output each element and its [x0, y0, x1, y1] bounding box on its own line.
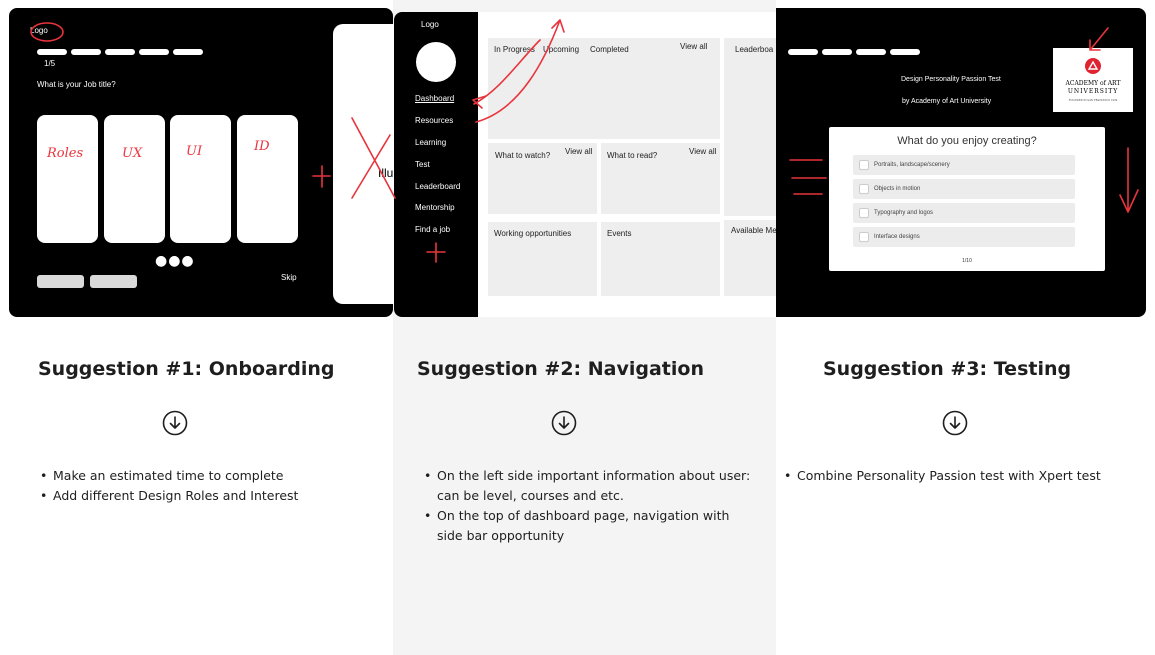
progress-dash	[139, 49, 169, 55]
progress-dash	[890, 49, 920, 55]
logo-text: FOUNDED IN SAN FRANCISCO 1929	[1068, 99, 1118, 102]
test-question: What do you enjoy creating?	[897, 135, 1037, 147]
role-card[interactable]	[37, 115, 98, 243]
sidebar-item-mentorship[interactable]: Mentorship	[415, 203, 455, 212]
test-title: Design Personality Passion Test	[901, 76, 1001, 83]
onboarding-logo: Logo	[30, 26, 48, 35]
opportunities-title: Working opportunities	[494, 229, 572, 238]
sidebar-item-dashboard[interactable]: Dashboard	[415, 94, 454, 103]
progress-dash	[788, 49, 818, 55]
academy-logo-mark	[1085, 58, 1101, 74]
pagination-dots: ●●●	[155, 253, 195, 269]
progress-dash	[37, 49, 67, 55]
mentors-title: Available Me	[731, 226, 777, 235]
suggestion-list: On the left side important information a…	[424, 466, 754, 546]
suggestion-heading: Suggestion #3: Testing	[823, 358, 1072, 380]
checkbox-icon[interactable]	[859, 232, 869, 242]
back-button[interactable]	[37, 275, 84, 288]
logo-text: ACADEMY of ART	[1065, 80, 1121, 87]
leaderboard-panel	[724, 38, 776, 216]
progress-dash	[71, 49, 101, 55]
arrow-down-circle-icon	[942, 410, 968, 436]
tab-upcoming[interactable]: Upcoming	[543, 45, 579, 54]
option-label: Interface designs	[874, 234, 920, 240]
list-item: Combine Personality Passion test with Xp…	[784, 466, 1114, 486]
suggestion-heading: Suggestion #1: Onboarding	[38, 358, 335, 380]
tab-completed[interactable]: Completed	[590, 45, 629, 54]
read-title: What to read?	[607, 151, 658, 160]
arrow-down-circle-icon	[551, 410, 577, 436]
view-all-link[interactable]: View all	[680, 42, 707, 51]
leaderboard-title: Leaderboa	[735, 45, 774, 54]
view-all-link[interactable]: View all	[565, 147, 592, 156]
avatar	[416, 42, 456, 82]
onboarding-step: 1/5	[44, 59, 56, 68]
view-all-link[interactable]: View all	[689, 147, 716, 156]
sidebar-item-learning[interactable]: Learning	[415, 138, 446, 147]
suggestion-heading: Suggestion #2: Navigation	[417, 358, 704, 380]
sidebar-item-find-a-job[interactable]: Find a job	[415, 225, 450, 234]
progress-dash	[173, 49, 203, 55]
suggestion-list: Make an estimated time to complete Add d…	[40, 466, 370, 506]
sidebar-logo: Logo	[421, 20, 439, 29]
progress-dash	[856, 49, 886, 55]
list-item: On the top of dashboard page, navigation…	[424, 506, 754, 546]
arrow-down-circle-icon	[162, 410, 188, 436]
role-card[interactable]	[104, 115, 165, 243]
question-card	[829, 127, 1105, 271]
list-item: Make an estimated time to complete	[40, 466, 370, 486]
test-subtitle: by Academy of Art University	[902, 98, 992, 105]
onboarding-question: What is your Job title?	[37, 80, 116, 89]
logo-text: UNIVERSITY	[1067, 88, 1119, 95]
checkbox-icon[interactable]	[859, 160, 869, 170]
sidebar-item-test[interactable]: Test	[415, 160, 430, 169]
progress-dash	[822, 49, 852, 55]
suggestion-list: Combine Personality Passion test with Xp…	[784, 466, 1114, 486]
watch-title: What to watch?	[495, 151, 551, 160]
role-card[interactable]	[170, 115, 231, 243]
list-item: Add different Design Roles and Interest	[40, 486, 370, 506]
role-card[interactable]	[237, 115, 298, 243]
test-page-indicator: 1/10	[962, 258, 972, 264]
list-item: On the left side important information a…	[424, 466, 754, 506]
skip-link[interactable]: Skip	[281, 273, 297, 282]
illustration-card	[333, 24, 403, 304]
option-label: Portraits, landscape/scenery	[874, 162, 950, 168]
checkbox-icon[interactable]	[859, 184, 869, 194]
sidebar-item-leaderboard[interactable]: Leaderboard	[415, 182, 460, 191]
option-label: Typography and logos	[874, 210, 934, 216]
option-label: Objects in motion	[874, 186, 921, 192]
checkbox-icon[interactable]	[859, 208, 869, 218]
illustration-card-text: Illu	[378, 166, 394, 180]
tab-in-progress[interactable]: In Progress	[494, 45, 535, 54]
events-title: Events	[607, 229, 632, 238]
progress-dash	[105, 49, 135, 55]
sidebar-item-resources[interactable]: Resources	[415, 116, 453, 125]
next-button[interactable]	[90, 275, 137, 288]
